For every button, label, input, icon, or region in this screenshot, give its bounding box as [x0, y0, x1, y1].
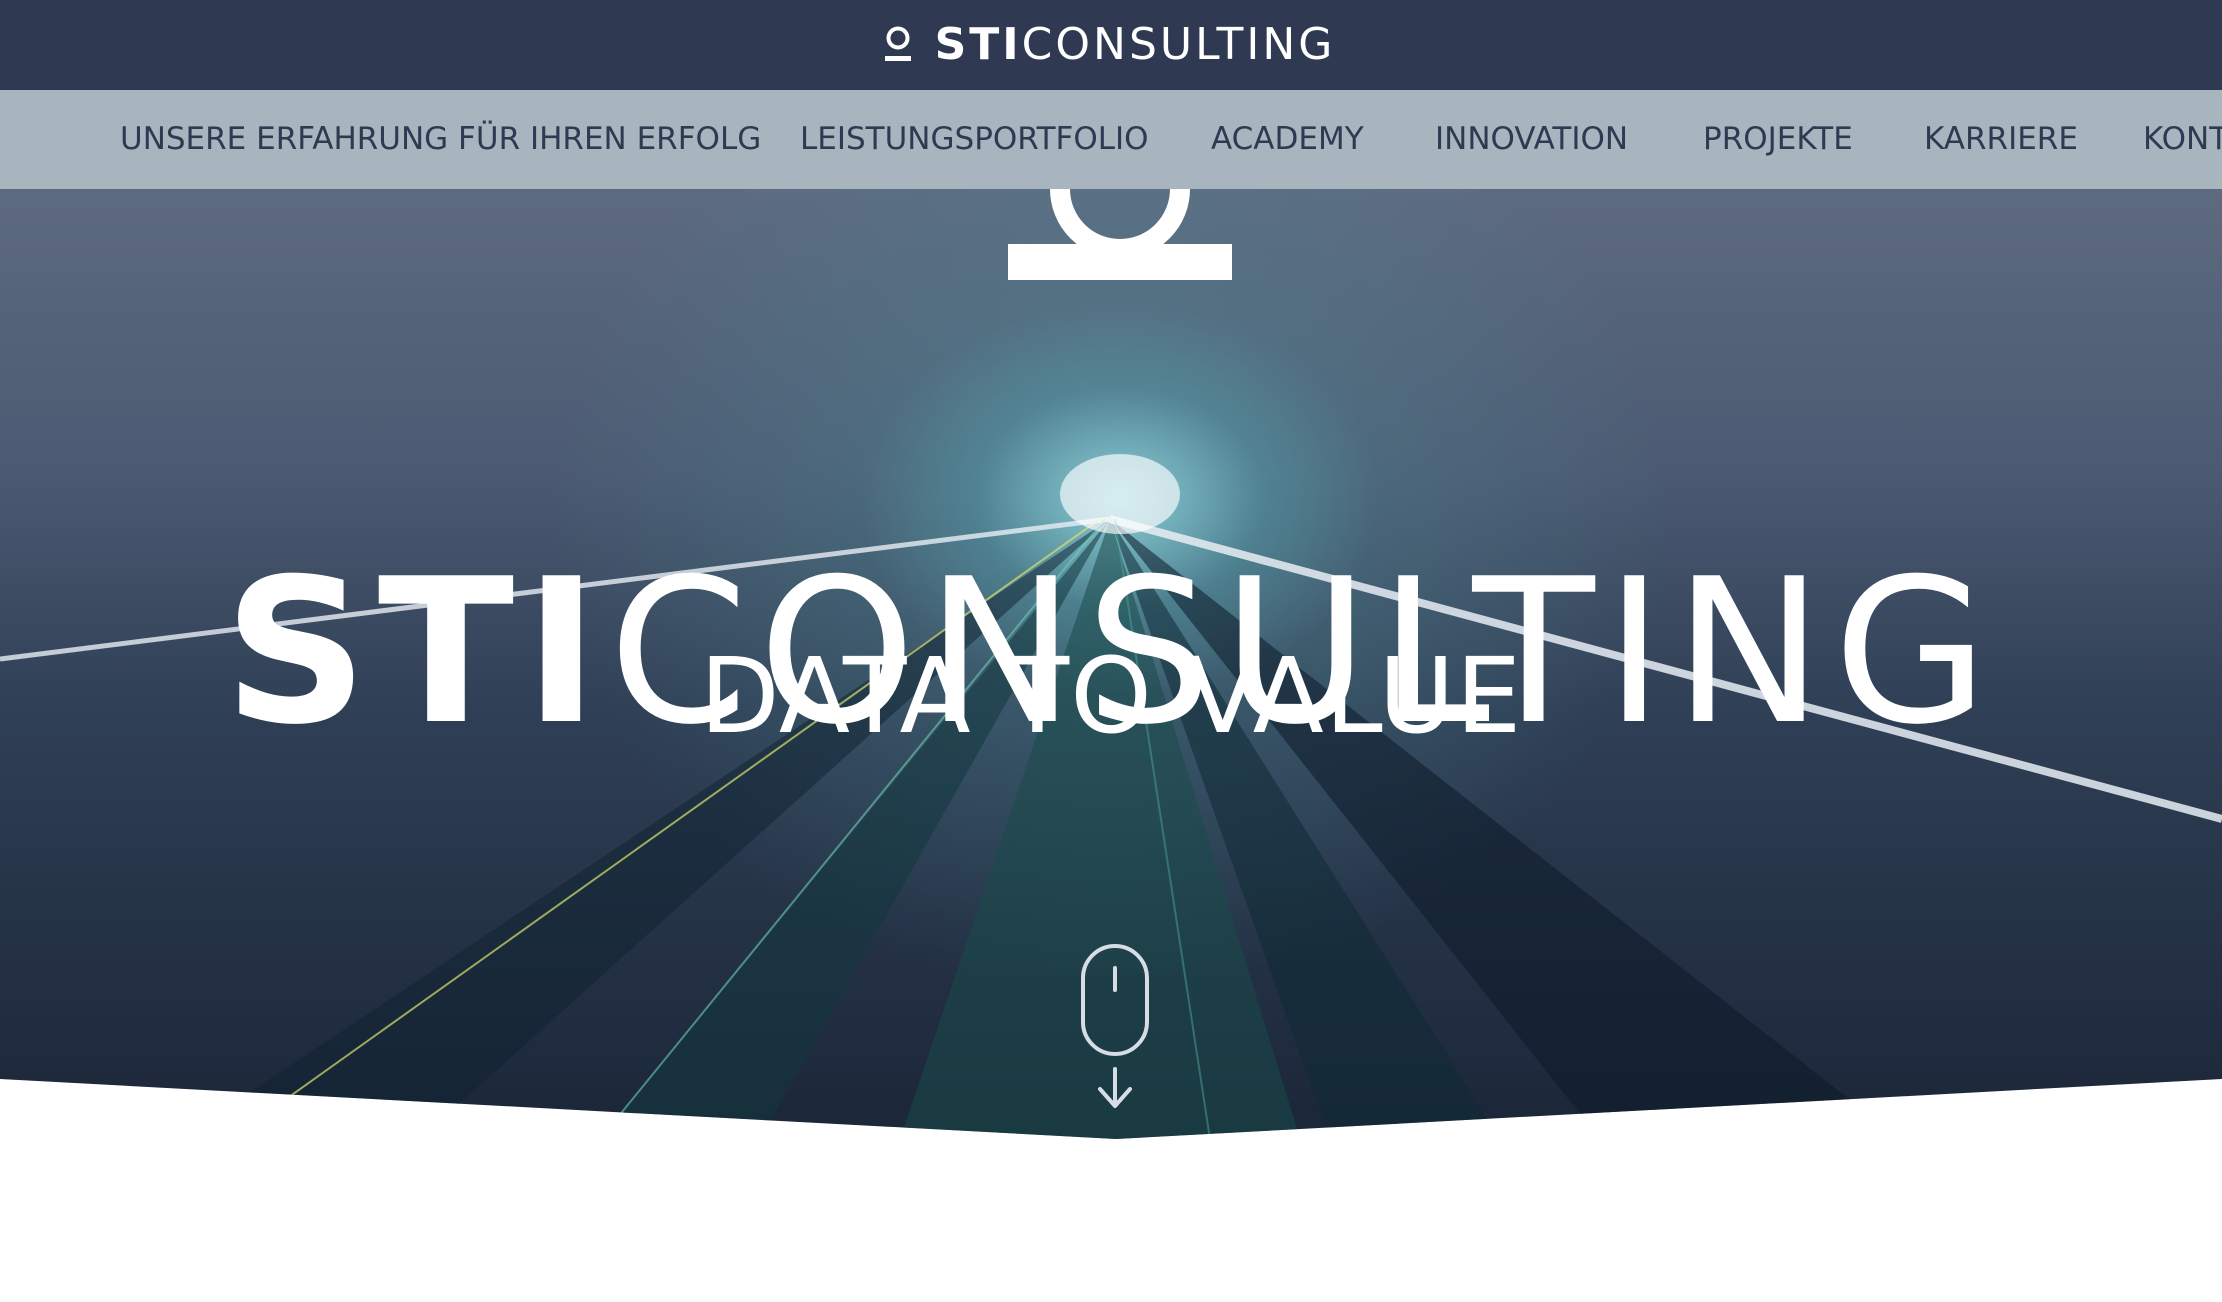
brand-name-light: CONSULTING [1021, 19, 1336, 70]
nav-item-leistungsportfolio[interactable]: LEISTUNGSPORTFOLIO [800, 90, 1149, 189]
nav-item-projekte[interactable]: PROJEKTE [1703, 90, 1853, 189]
brand-logo[interactable]: STICONSULTING [883, 23, 1336, 67]
brand-name: STICONSULTING [935, 23, 1336, 67]
hero-tagline: DATA TO VALUE [699, 635, 1523, 757]
nav-item-kontakt[interactable]: KONT [2143, 90, 2222, 189]
person-icon [884, 26, 911, 61]
hero-banner: STICONSULTING DATA TO VALUE [0, 189, 2222, 1139]
brand-name-bold: STI [934, 19, 1022, 70]
nav-item-innovation[interactable]: INNOVATION [1435, 90, 1628, 189]
nav-item-karriere[interactable]: KARRIERE [1924, 90, 2078, 189]
nav-item-erfahrung[interactable]: UNSERE ERFAHRUNG FÜR IHREN ERFOLG [120, 90, 761, 189]
main-nav: UNSERE ERFAHRUNG FÜR IHREN ERFOLG LEISTU… [0, 90, 2222, 189]
nav-item-academy[interactable]: ACADEMY [1211, 90, 1364, 189]
top-bar: STICONSULTING [0, 0, 2222, 90]
scroll-down-button[interactable] [1078, 944, 1156, 1124]
mouse-scroll-icon [1081, 944, 1149, 1108]
